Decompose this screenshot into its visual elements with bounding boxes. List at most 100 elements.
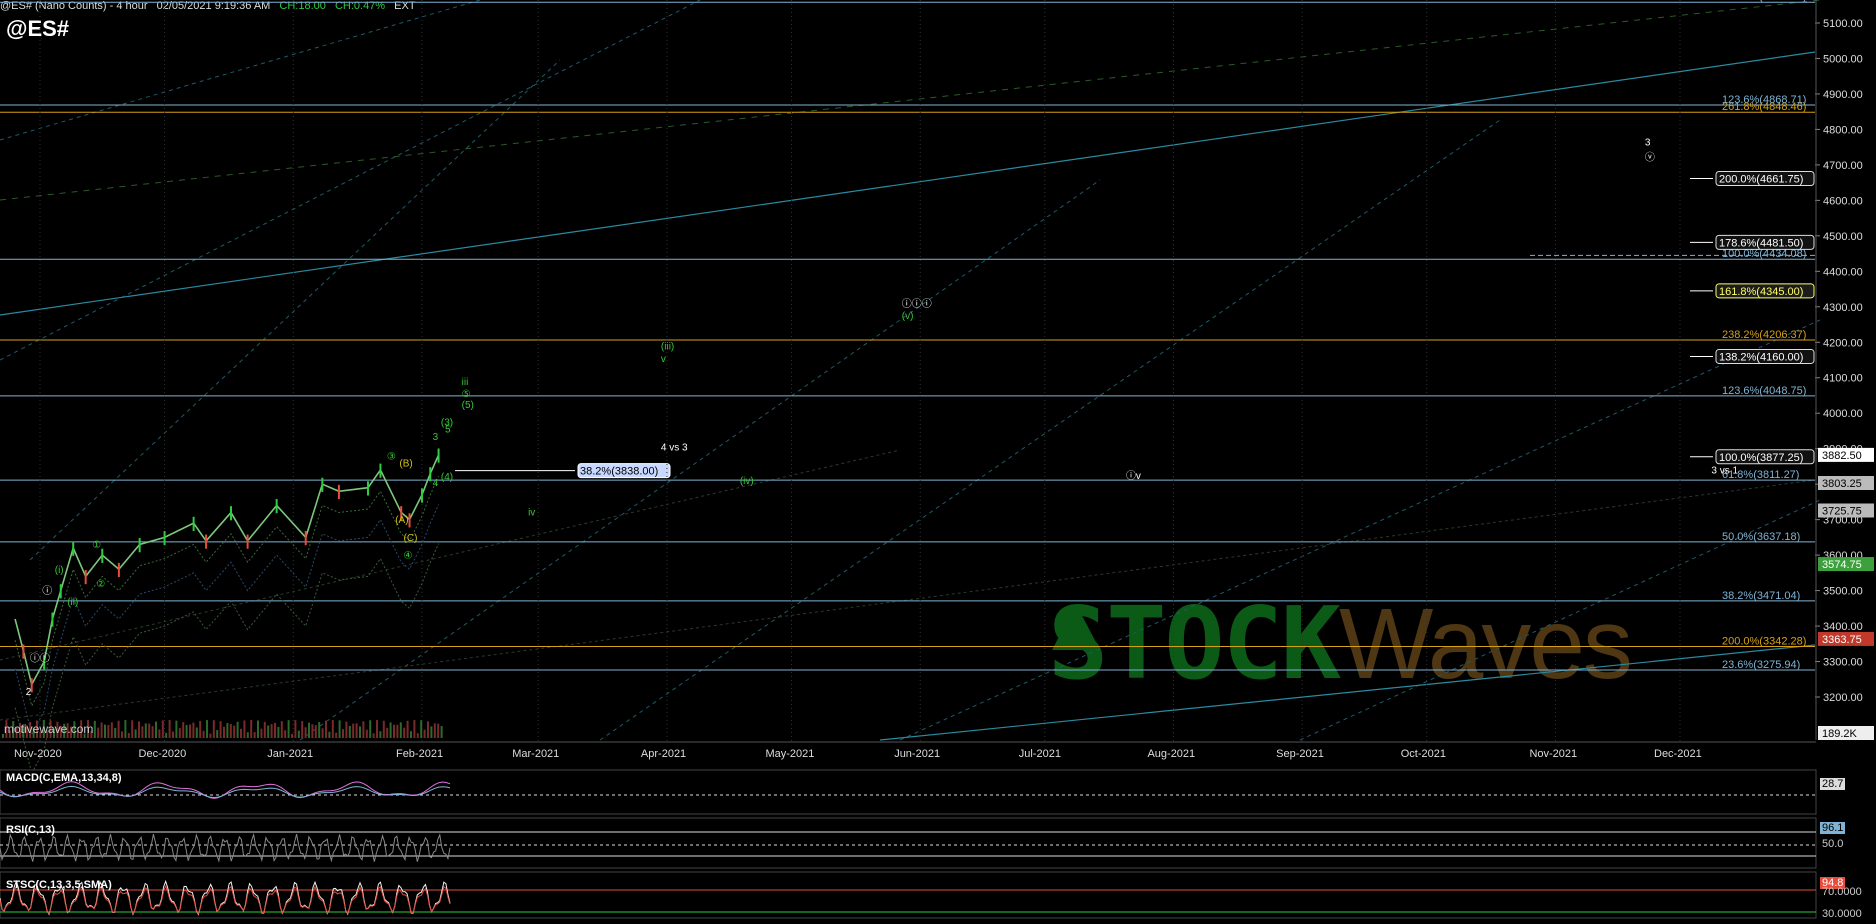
y-tick-label: 3300.00 — [1823, 657, 1863, 669]
wave-label: ⑤ — [462, 389, 471, 400]
volume-bar — [158, 729, 161, 738]
y-tick-label: 4700.00 — [1823, 160, 1863, 172]
x-tick-label: Nov-2020 — [14, 748, 62, 760]
volume-bar — [311, 724, 314, 738]
wave-label: 5 — [445, 425, 451, 436]
rsi-value: 96.1 — [1820, 822, 1846, 834]
volume-bar — [148, 723, 151, 738]
volume-bar — [304, 727, 307, 738]
x-tick-label: Dec-2020 — [139, 748, 187, 760]
wave-label: ⓘⓘⓘ — [902, 298, 932, 310]
wave-label: ③ — [387, 451, 396, 462]
volume-bar — [195, 727, 198, 738]
volume-bar — [410, 731, 412, 738]
volume-bar — [318, 722, 321, 738]
volume-bar — [236, 721, 239, 738]
volume-bar — [192, 722, 195, 738]
wave-label: 3 — [1645, 137, 1651, 148]
wave-label: v — [661, 354, 666, 365]
volume-bar — [365, 729, 368, 738]
volume-bar — [263, 721, 266, 738]
price-label: 3882.50 — [1822, 450, 1862, 462]
source-label: motivewave.com — [4, 722, 94, 736]
stsc-upper: 70.0000 — [1822, 886, 1862, 898]
price-band — [14, 504, 440, 736]
volume-bar — [393, 724, 395, 738]
volume-bar — [100, 722, 103, 738]
volume-bar — [267, 725, 270, 738]
volume-bar — [287, 720, 290, 738]
volume-bar — [165, 732, 168, 738]
volume-bar — [216, 730, 219, 738]
volume-bar — [379, 731, 382, 738]
trendline — [899, 319, 1821, 741]
volume-bar — [144, 723, 147, 738]
volume-bar — [209, 733, 212, 738]
volume-bar — [274, 722, 276, 738]
volume-bar — [301, 720, 304, 738]
x-tick-label: Jun-2021 — [894, 748, 940, 760]
wave-label: (B) — [399, 458, 412, 469]
x-tick-label: Oct-2021 — [1401, 748, 1446, 760]
wave-label: ⓘⓘ — [30, 653, 50, 665]
rsi-level: 50.0 — [1822, 838, 1844, 850]
volume-bar — [260, 728, 263, 738]
volume-bar — [223, 726, 225, 738]
fib-label: 50.0%(3637.18) — [1722, 531, 1800, 543]
volume-bar — [182, 722, 185, 738]
volume-bar — [134, 729, 137, 738]
y-tick-label: 3500.00 — [1823, 586, 1863, 598]
volume-bar — [430, 726, 433, 738]
volume-bar — [161, 720, 164, 738]
volume-bar — [250, 720, 253, 738]
volume-bar — [355, 723, 358, 738]
retrace-label: 38.2%(3838.00) — [580, 466, 658, 478]
volume-bar — [110, 722, 113, 738]
volume-bar — [294, 720, 297, 738]
y-tick-label: 3400.00 — [1823, 621, 1863, 633]
wave-label: ④ — [404, 551, 413, 562]
volume-bar — [362, 721, 365, 738]
price-band — [14, 475, 440, 708]
volume-bar — [352, 723, 355, 738]
wave-label: ⓥ — [1645, 152, 1655, 164]
x-tick-label: Feb-2021 — [396, 748, 443, 760]
y-tick-label: 5000.00 — [1823, 53, 1863, 65]
wave-label: (iii) — [661, 341, 674, 352]
stsc-lower: 30.0000 — [1822, 908, 1862, 920]
x-tick-label: Jul-2021 — [1019, 748, 1061, 760]
volume-bar — [104, 724, 106, 738]
volume-bar — [291, 733, 293, 738]
volume-bar — [93, 720, 96, 738]
volume-bar — [423, 729, 426, 738]
volume-bar — [359, 726, 361, 738]
volume-bar — [97, 727, 100, 738]
y-tick-label: 4900.00 — [1823, 89, 1863, 101]
price-label: 3725.75 — [1822, 505, 1862, 517]
y-tick-label: 4000.00 — [1823, 408, 1863, 420]
volume-bar — [185, 725, 188, 738]
volume-bar — [335, 732, 338, 738]
y-tick-label: 4100.00 — [1823, 373, 1863, 385]
wave-label: iv — [528, 507, 535, 518]
volume-bar — [369, 720, 372, 738]
volume-bar — [308, 722, 310, 738]
stsc-title: STSC(C,13,3,5,SMA) — [6, 879, 112, 891]
volume-bar — [131, 720, 134, 738]
volume-bar — [277, 726, 280, 738]
volume-bar — [382, 720, 385, 738]
fib-label: 100.0%(4434.08) — [1722, 248, 1806, 260]
wave-label: (C) — [404, 533, 418, 544]
volume-bar — [212, 720, 215, 738]
trendline — [29, 59, 561, 561]
x-tick-label: Apr-2021 — [641, 748, 686, 760]
volume-bar — [107, 724, 110, 738]
wave-label: 4 — [433, 478, 439, 489]
volume-bar — [413, 720, 416, 738]
wave-label: 3 vs 1 — [1711, 466, 1738, 477]
volume-bar — [433, 723, 436, 738]
target-label: 178.6%(4481.50) — [1719, 237, 1803, 249]
volume-bar — [127, 733, 130, 738]
price-chart[interactable]: 138.2%(5158.66)123.6%(4868.71)261.8%(484… — [0, 0, 1876, 924]
x-tick-label: Aug-2021 — [1147, 748, 1195, 760]
